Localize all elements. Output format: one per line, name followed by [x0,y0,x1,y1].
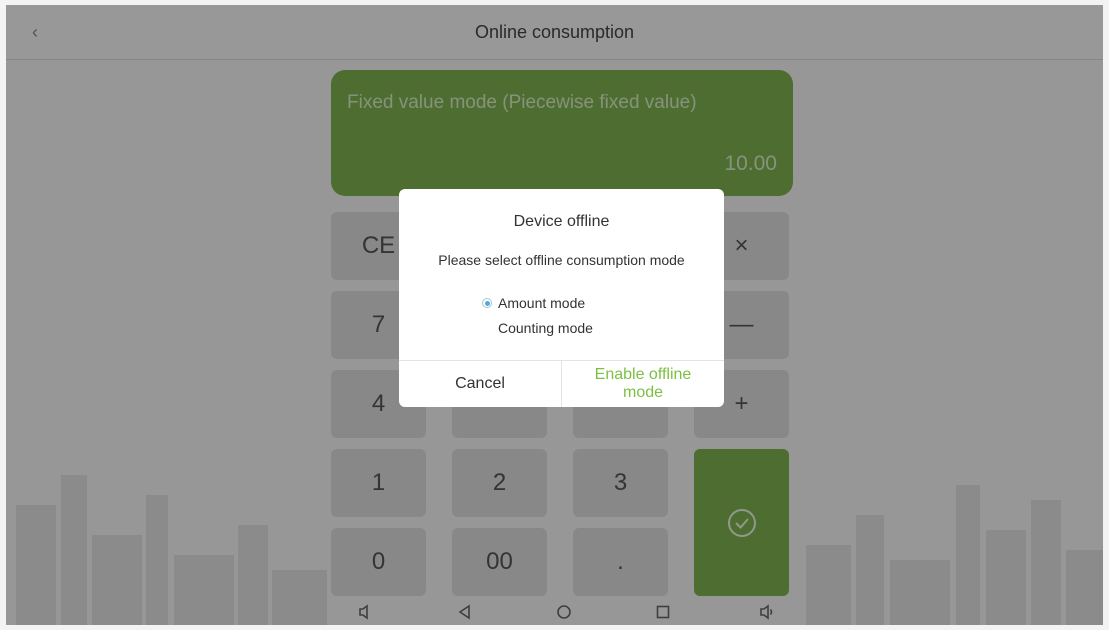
dialog-message: Please select offline consumption mode [438,252,685,268]
option-amount-mode[interactable]: Amount mode [482,295,585,311]
radio-selected-icon[interactable] [482,298,492,308]
option-counting-mode[interactable]: Counting mode [482,320,593,336]
enable-offline-mode-button[interactable]: Enable offline mode [562,361,724,407]
dialog-title: Device offline [513,213,610,230]
cancel-button[interactable]: Cancel [399,361,561,407]
device-offline-dialog: Device offline Please select offline con… [399,189,724,407]
option-label: Amount mode [498,295,586,311]
option-label: Counting mode [498,320,593,336]
app-screen: ‹ Online consumption Fixed value mode (P… [6,5,1103,625]
